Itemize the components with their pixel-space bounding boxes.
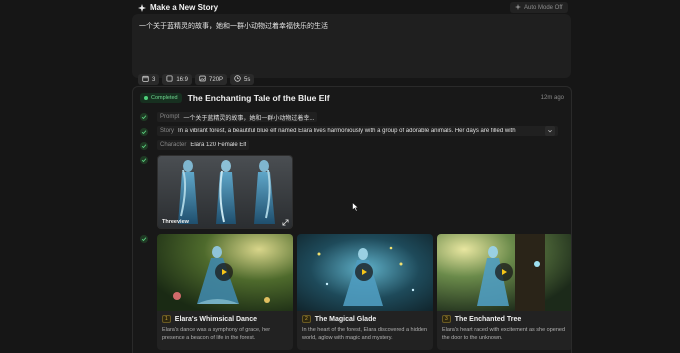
auto-mode-label: Auto Mode Off xyxy=(524,4,563,11)
scene-info: 1 Elara's Whimsical Dance Elara's dance … xyxy=(157,311,293,350)
prompt-input[interactable]: 一个关于蓝精灵的故事，她和一群小动物过着幸福快乐的生活 xyxy=(139,21,328,31)
character-row: Character Elara 120 Female Elf xyxy=(157,140,250,150)
duration-label: 5s xyxy=(244,76,251,83)
scene-number: 2 xyxy=(302,315,311,323)
threeview-label: Threeview xyxy=(162,219,189,225)
scene-description: In the heart of the forest, Elara discov… xyxy=(302,327,428,341)
auto-mode-toggle[interactable]: Auto Mode Off xyxy=(510,2,568,13)
check-icon xyxy=(140,128,148,136)
check-icon xyxy=(140,235,148,243)
play-button[interactable] xyxy=(355,263,373,281)
resolution-label: 720P xyxy=(209,76,224,83)
scene-description: Elara's dance was a symphony of grace, h… xyxy=(162,327,271,341)
image-icon xyxy=(199,75,206,84)
scene-title: Elara's Whimsical Dance xyxy=(174,315,257,323)
status-dot-icon xyxy=(144,96,148,100)
scene-card[interactable]: 2 The Magical Glade In the heart of the … xyxy=(297,234,433,350)
prompt-row-value: 一个关于蓝精灵的故事，她和一群小动物过着幸... xyxy=(183,115,315,122)
aspect-ratio-label: 16:9 xyxy=(176,76,189,83)
scene-thumbnail[interactable] xyxy=(157,234,293,311)
header: Make a New Story Auto Mode Off xyxy=(0,0,680,14)
prompt-composer: 一个关于蓝精灵的故事，她和一群小动物过着幸福快乐的生活 3 16:9 720P … xyxy=(132,14,571,85)
prompt-row: Prompt 一个关于蓝精灵的故事，她和一群小动物过着幸... xyxy=(157,112,318,122)
check-icon xyxy=(140,113,148,121)
calendar-icon xyxy=(142,75,149,84)
character-row-value: Elara 120 Female Elf xyxy=(190,142,247,148)
status-badge: Completed xyxy=(140,93,182,103)
clock-icon xyxy=(234,75,241,84)
timestamp: 12m ago xyxy=(540,95,564,101)
page-title-group: Make a New Story xyxy=(138,3,218,12)
sparkle-small-icon xyxy=(515,3,521,12)
check-icon xyxy=(140,142,148,150)
scene-count-label: 3 xyxy=(152,76,156,83)
story-title: The Enchanting Tale of the Blue Elf xyxy=(187,93,330,103)
chevron-down-icon[interactable] xyxy=(545,126,555,136)
aspect-ratio-icon xyxy=(166,75,173,84)
duration-option[interactable]: 5s xyxy=(230,74,255,85)
play-button[interactable] xyxy=(495,263,513,281)
character-threeview-image[interactable]: Threeview xyxy=(157,155,293,229)
scene-title: The Enchanted Tree xyxy=(454,315,522,323)
scene-info: 3 The Enchanted Tree Elara's heart raced… xyxy=(437,311,571,350)
scene-title: The Magical Glade xyxy=(314,315,377,323)
aspect-ratio-option[interactable]: 16:9 xyxy=(162,74,193,85)
option-bar: 3 16:9 720P 5s xyxy=(138,74,255,85)
story-header: Completed The Enchanting Tale of the Blu… xyxy=(140,93,330,103)
story-row[interactable]: Story In a vibrant forest, a beautiful b… xyxy=(157,126,558,136)
scene-thumbnail[interactable] xyxy=(437,234,571,311)
scene-card[interactable]: 1 Elara's Whimsical Dance Elara's dance … xyxy=(157,234,293,350)
page-title: Make a New Story xyxy=(150,3,219,12)
character-row-label: Character xyxy=(160,142,187,148)
check-icon xyxy=(140,156,148,164)
scene-info: 2 The Magical Glade In the heart of the … xyxy=(297,311,433,350)
play-button[interactable] xyxy=(215,263,233,281)
story-card: Completed The Enchanting Tale of the Blu… xyxy=(132,86,572,353)
scene-description: Elara's heart raced with excitement as s… xyxy=(442,327,566,341)
scene-card[interactable]: 3 The Enchanted Tree Elara's heart raced… xyxy=(437,234,571,350)
expand-icon[interactable] xyxy=(281,218,289,226)
story-row-label: Story xyxy=(160,128,175,134)
prompt-row-label: Prompt xyxy=(160,114,180,120)
sparkle-icon xyxy=(138,3,146,12)
story-row-value: In a vibrant forest, a beautiful blue el… xyxy=(178,128,516,134)
resolution-option[interactable]: 720P xyxy=(195,74,228,85)
mouse-cursor-icon xyxy=(352,199,360,217)
scene-count-option[interactable]: 3 xyxy=(138,74,160,85)
scene-thumbnail[interactable] xyxy=(297,234,433,311)
scene-number: 1 xyxy=(162,315,171,323)
scene-number: 3 xyxy=(442,315,451,323)
status-label: Completed xyxy=(151,95,178,101)
